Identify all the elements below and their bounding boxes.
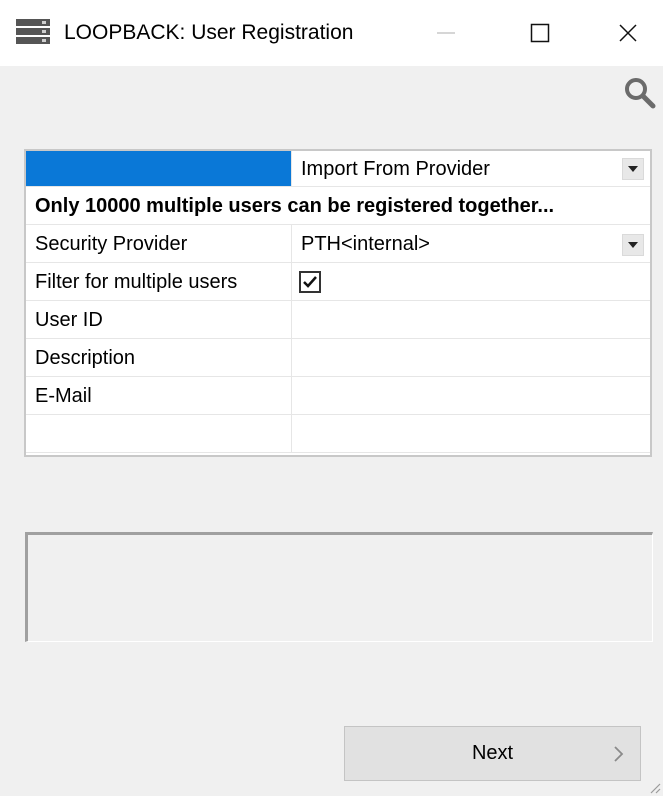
close-icon [619, 24, 637, 42]
row-label: User ID [35, 309, 103, 331]
selected-cell[interactable] [26, 151, 292, 186]
next-button-label: Next [471, 742, 514, 764]
row-label: E-Mail [35, 385, 92, 407]
chevron-down-icon [628, 242, 638, 248]
grid-row-user-id: User ID [26, 301, 650, 339]
dropdown-arrow[interactable] [622, 158, 644, 180]
grid-row-security-provider: Security Provider PTH<internal> [26, 225, 650, 263]
notice-row: Only 10000 multiple users can be registe… [26, 187, 650, 225]
description-field[interactable] [292, 339, 650, 376]
row-label: Filter for multiple users [35, 271, 238, 293]
grid-row-email: E-Mail [26, 377, 650, 415]
property-grid: Import From Provider Only 10000 multiple… [24, 149, 652, 457]
minimize-button[interactable] [418, 10, 474, 56]
window-title: LOOPBACK: User Registration [64, 21, 354, 44]
grid-row-description: Description [26, 339, 650, 377]
row-label: Description [35, 347, 136, 369]
grid-row-empty [26, 415, 650, 453]
dropdown-arrow[interactable] [622, 234, 644, 256]
checkmark-icon [303, 276, 317, 288]
security-provider-value: PTH<internal> [301, 233, 430, 255]
next-button[interactable]: Next [344, 726, 641, 781]
import-mode-value: Import From Provider [301, 158, 490, 180]
row-label: Security Provider [35, 233, 188, 255]
grid-row-filter: Filter for multiple users [26, 263, 650, 301]
empty-field[interactable] [292, 415, 650, 452]
resize-grip-icon[interactable] [647, 780, 661, 794]
search-icon[interactable] [623, 76, 657, 110]
email-field[interactable] [292, 377, 650, 414]
limit-notice: Only 10000 multiple users can be registe… [35, 195, 555, 217]
import-mode-dropdown[interactable]: Import From Provider [292, 151, 650, 186]
server-stack-icon [16, 19, 50, 44]
title-bar: LOOPBACK: User Registration [0, 0, 663, 66]
security-provider-dropdown[interactable]: PTH<internal> [292, 225, 650, 262]
grid-header-row: Import From Provider [26, 151, 650, 187]
chevron-down-icon [628, 166, 638, 172]
minimize-icon [437, 32, 455, 34]
maximize-icon [530, 23, 550, 43]
message-area [25, 532, 653, 642]
user-id-field[interactable] [292, 301, 650, 338]
chevron-right-icon [614, 746, 624, 762]
close-button[interactable] [600, 10, 656, 56]
maximize-button[interactable] [512, 10, 568, 56]
filter-multiple-checkbox[interactable] [299, 271, 321, 293]
